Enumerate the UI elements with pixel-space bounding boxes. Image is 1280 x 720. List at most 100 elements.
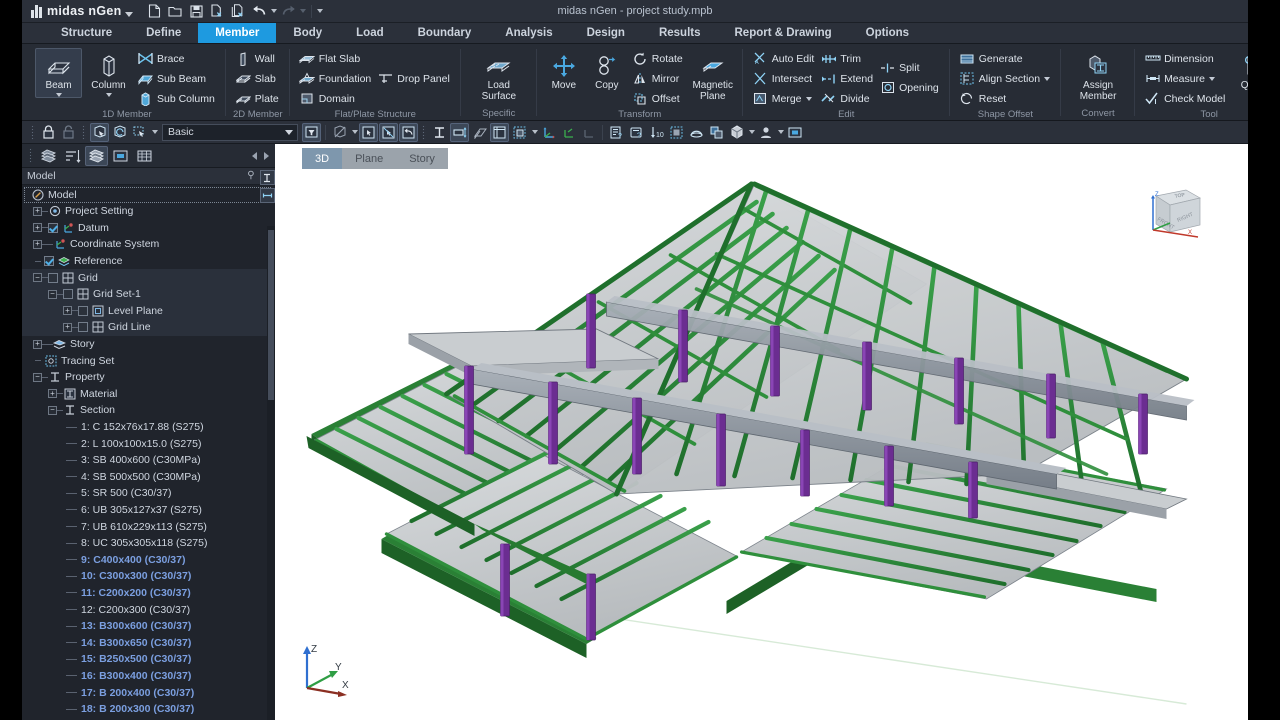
section-list-item[interactable]: 16: B300x400 (C30/37)	[22, 668, 275, 685]
menu-tab-boundary[interactable]: Boundary	[401, 23, 489, 43]
tree-checkbox[interactable]	[78, 322, 88, 333]
brand-dropdown-icon[interactable]	[124, 11, 133, 17]
copy-button[interactable]: Copy	[587, 48, 627, 92]
section-list-item[interactable]: 5: SR 500 (C30/37)	[22, 485, 275, 502]
pin-icon[interactable]: ⚲	[247, 171, 254, 181]
split-button[interactable]: Split	[877, 58, 943, 77]
slab-button[interactable]: Slab	[233, 69, 283, 88]
select-none-dropdown-icon[interactable]	[352, 130, 358, 134]
expander-icon[interactable]: +	[33, 239, 42, 249]
expander-icon[interactable]: −	[48, 289, 57, 299]
rotate-button[interactable]: Rotate	[630, 49, 687, 68]
expander-icon[interactable]: −	[48, 405, 57, 415]
auto-edit-button[interactable]: A Auto Edit	[750, 49, 819, 68]
select-all-icon[interactable]	[359, 122, 378, 142]
trim-button[interactable]: Trim	[818, 49, 877, 68]
assign-member-button[interactable]: Assign Member	[1071, 48, 1125, 103]
display-tree-icon[interactable]	[109, 146, 132, 166]
tree-checkbox[interactable]	[63, 289, 73, 300]
tree-node-material[interactable]: + Material	[22, 386, 275, 403]
tree-node-model[interactable]: Model	[24, 187, 271, 203]
tree-node-project-setting[interactable]: + Project Setting	[22, 203, 275, 220]
expander-icon[interactable]: −	[33, 273, 42, 283]
tree-node-property[interactable]: − Property	[22, 369, 275, 386]
work-plane-dropdown-icon[interactable]	[532, 130, 538, 134]
structural-model-3d[interactable]	[275, 144, 1248, 720]
model-tree-icon[interactable]	[37, 146, 60, 166]
extend-button[interactable]: Extend	[818, 69, 877, 88]
menu-tab-options[interactable]: Options	[849, 23, 926, 43]
align-section-dropdown-icon[interactable]	[1044, 76, 1051, 81]
section-list-item[interactable]: 4: SB 500x500 (C30MPa)	[22, 469, 275, 486]
lock-icon[interactable]	[39, 123, 58, 142]
sub-beam-button[interactable]: Sub Beam	[135, 69, 219, 88]
model-viewport[interactable]: 3D Plane Story TOP FRONT RIGHT Z X Z Y X	[275, 144, 1248, 720]
scrollbar-thumb[interactable]	[268, 230, 274, 400]
expander-icon[interactable]: +	[48, 389, 57, 399]
section-list-item[interactable]: 13: B300x600 (C30/37)	[22, 618, 275, 635]
menu-tab-define[interactable]: Define	[129, 23, 198, 43]
tree-node-story[interactable]: + Story	[22, 336, 275, 353]
expander-icon[interactable]: +	[33, 206, 42, 216]
work-plane-icon[interactable]	[510, 123, 529, 142]
ucs-xy-icon[interactable]	[559, 123, 578, 142]
brace-button[interactable]: Brace	[135, 49, 219, 68]
panel-next-arrow-icon[interactable]	[264, 151, 269, 160]
tree-node-grid-line[interactable]: + Grid Line	[22, 319, 275, 336]
measure-button[interactable]: Measure	[1142, 69, 1229, 88]
check-model-button[interactable]: Check Model	[1142, 89, 1229, 108]
sort-tree-icon[interactable]	[61, 146, 84, 166]
intersect-button[interactable]: Intersect	[750, 69, 819, 88]
customize-toolbar-icon[interactable]	[316, 9, 323, 13]
snap-node-icon[interactable]	[430, 123, 449, 142]
expander-icon[interactable]: +	[63, 306, 72, 316]
undo-icon[interactable]	[250, 2, 269, 20]
section-list-item[interactable]: 7: UB 610x229x113 (S275)	[22, 518, 275, 535]
filter-dropdown-icon[interactable]	[302, 122, 321, 142]
sub-column-button[interactable]: Sub Column	[135, 89, 219, 108]
tree-node-section[interactable]: − Section	[22, 402, 275, 419]
section-list-item[interactable]: 10: C300x300 (C30/37)	[22, 568, 275, 585]
view-tab-3d[interactable]: 3D	[302, 148, 343, 169]
shading-icon[interactable]	[727, 123, 746, 142]
works-tree-icon[interactable]	[85, 145, 108, 166]
section-list-item[interactable]: 3: SB 400x600 (C30MPa)	[22, 452, 275, 469]
tree-checkbox[interactable]	[78, 305, 88, 316]
panel-prev-arrow-icon[interactable]	[252, 151, 257, 160]
select-none-icon[interactable]	[330, 123, 349, 142]
menu-tab-body[interactable]: Body	[276, 23, 339, 43]
drop-panel-button[interactable]: Drop Panel	[375, 69, 454, 88]
tree-checkbox[interactable]	[44, 256, 54, 267]
dimension-button[interactable]: Dimension	[1142, 49, 1229, 68]
new-document-icon[interactable]	[145, 2, 164, 20]
menu-tab-structure[interactable]: Structure	[44, 23, 129, 43]
section-list-item[interactable]: 2: L 100x100x15.0 (S275)	[22, 435, 275, 452]
toolbar-grip-3[interactable]	[422, 124, 426, 140]
open-folder-icon[interactable]	[166, 2, 185, 20]
section-list-item[interactable]: 17: B 200x400 (C30/37)	[22, 684, 275, 701]
close-all-documents-icon[interactable]	[229, 2, 248, 20]
reset-button[interactable]: Reset	[957, 89, 1054, 108]
select-region-dropdown-icon[interactable]	[152, 130, 158, 134]
load-surface-button[interactable]: Load Surface	[473, 48, 525, 103]
select-filter-combo[interactable]: Basic	[162, 123, 298, 141]
view-tab-story[interactable]: Story	[396, 148, 448, 169]
tree-node-reference[interactable]: Reference	[22, 253, 275, 270]
tree-node-grid-set-1[interactable]: − Grid Set-1	[22, 285, 275, 303]
opening-button[interactable]: Opening	[877, 78, 943, 97]
menu-tab-report-drawing[interactable]: Report & Drawing	[718, 23, 849, 43]
beam-button[interactable]: Beam	[35, 48, 82, 98]
measure-dropdown-icon[interactable]	[1208, 76, 1215, 81]
snap-element-icon[interactable]	[450, 122, 469, 142]
section-list-item[interactable]: 15: B250x500 (C30/37)	[22, 651, 275, 668]
screen-capture-icon[interactable]	[785, 123, 804, 142]
section-list-item[interactable]: 14: B300x650 (C30/37)	[22, 634, 275, 651]
tree-node-tracing-set[interactable]: Tracing Set	[22, 352, 275, 369]
light-icon[interactable]	[756, 123, 775, 142]
save-icon[interactable]	[187, 2, 206, 20]
snap-grid-icon[interactable]	[490, 122, 509, 142]
activate-icon[interactable]	[667, 123, 686, 142]
table-view-icon[interactable]	[133, 146, 156, 166]
query-button[interactable]: ? Query	[1232, 48, 1248, 92]
property-panel-toggle-icon[interactable]	[259, 170, 275, 185]
